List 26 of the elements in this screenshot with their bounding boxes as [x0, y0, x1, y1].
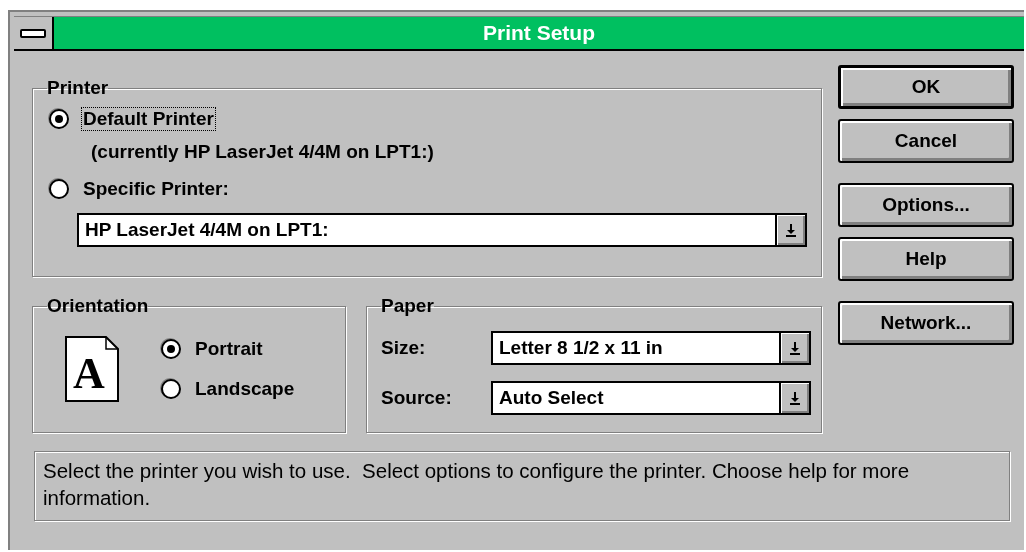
group-label: Paper: [381, 295, 434, 317]
dialog-button[interactable]: Options...: [838, 183, 1014, 227]
field-label: Source:: [381, 387, 453, 409]
current-printer-text: (currently HP LaserJet 4/4M on LPT1:): [91, 141, 435, 163]
dropdown[interactable]: Auto Select: [491, 381, 811, 415]
dialog-button[interactable]: Cancel: [838, 119, 1014, 163]
dropdown[interactable]: Letter 8 1/2 x 11 in: [491, 331, 811, 365]
window-title: Print Setup: [54, 17, 1024, 49]
radio-label[interactable]: Default Printer: [81, 107, 216, 131]
radio-label[interactable]: Landscape: [193, 377, 297, 401]
status-message: Select the printer you wish to use. Select options to configure the printer. Choose help for more information.: [34, 451, 1010, 521]
field-label: Size:: [381, 337, 427, 359]
group-label: Printer: [47, 77, 109, 99]
radio-label[interactable]: Specific Printer:: [81, 177, 231, 201]
radio-label[interactable]: Portrait: [193, 337, 265, 361]
dropdown[interactable]: HP LaserJet 4/4M on LPT1:: [77, 213, 807, 247]
radio-button[interactable]: [161, 379, 181, 399]
dialog-button[interactable]: Network...: [838, 301, 1014, 345]
minus-icon: [20, 28, 46, 38]
radio-button[interactable]: [161, 339, 181, 359]
radio-button[interactable]: [49, 109, 69, 129]
dialog-button[interactable]: Help: [838, 237, 1014, 281]
radio-button[interactable]: [49, 179, 69, 199]
page-icon: A: [65, 336, 119, 402]
dialog-button[interactable]: OK: [838, 65, 1014, 109]
group-label: Orientation: [47, 295, 149, 317]
